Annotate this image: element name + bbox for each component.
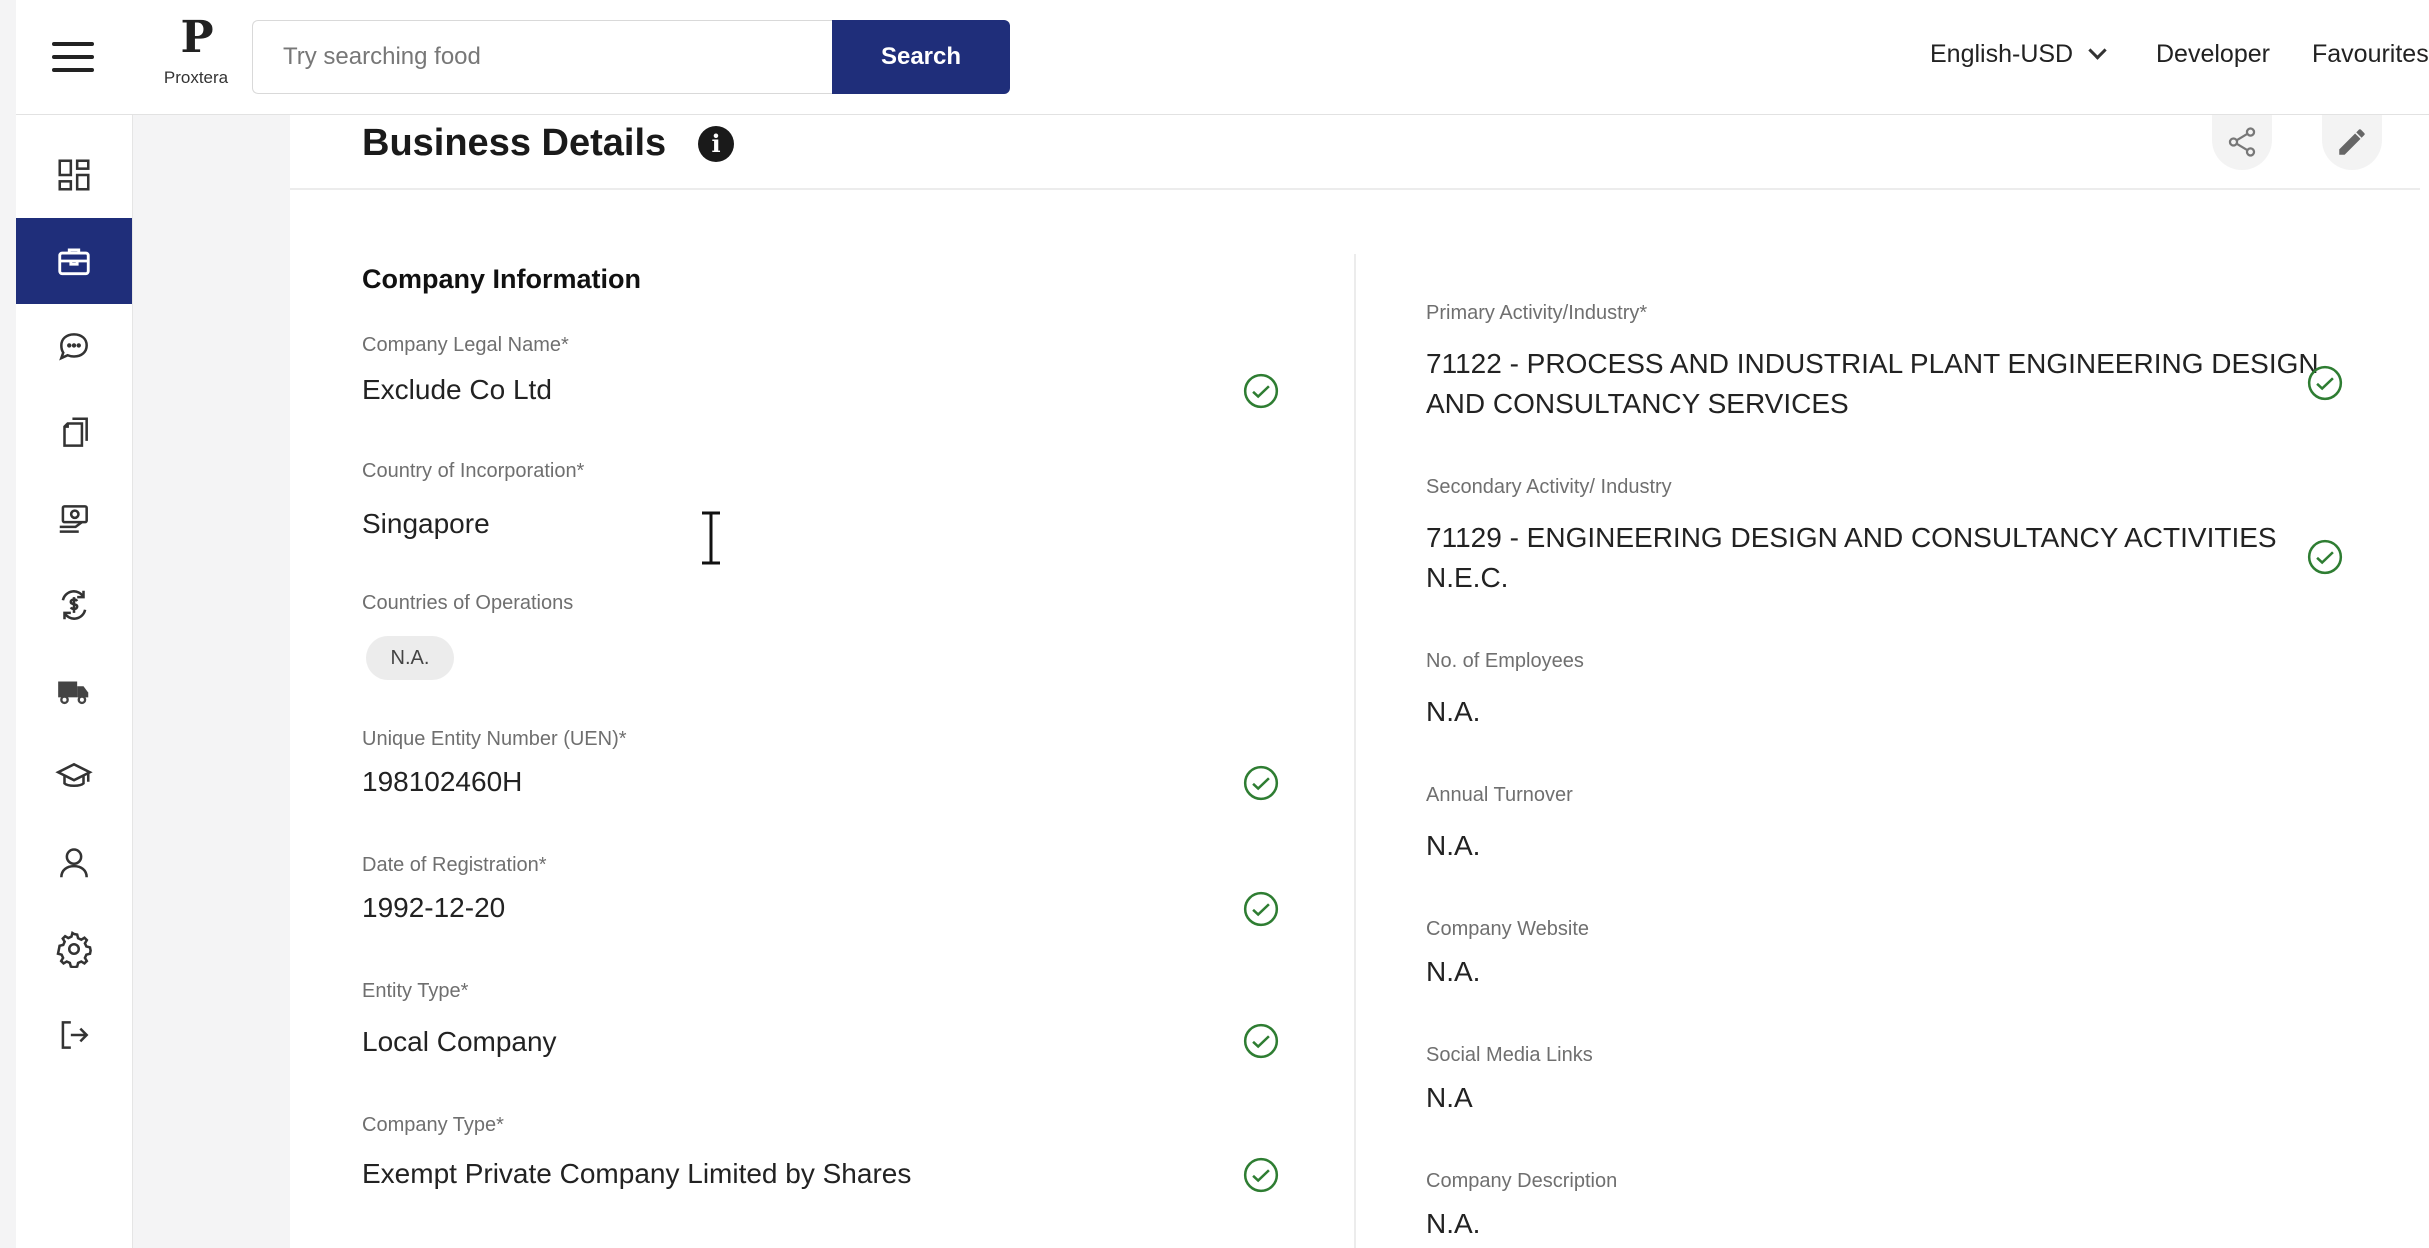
verified-check-icon: [1243, 1157, 1279, 1193]
primary-activity-line2: AND CONSULTANCY SERVICES: [1426, 388, 1849, 419]
secondary-activity-line2: N.E.C.: [1426, 562, 1509, 593]
edit-button[interactable]: [2322, 114, 2382, 170]
briefcase-icon: [58, 248, 90, 276]
logo-mark: P: [180, 12, 213, 63]
pencil-icon: [2339, 129, 2365, 155]
info-icon[interactable]: i: [698, 126, 734, 162]
secondary-activity-line1: 71129 - ENGINEERING DESIGN AND CONSULTAN…: [1426, 522, 2277, 553]
share-button[interactable]: [2212, 114, 2272, 170]
reg-date-label: Date of Registration*: [362, 854, 547, 876]
sidebar: [16, 114, 133, 1248]
proxtera-logo[interactable]: P Proxtera: [146, 14, 246, 100]
hamburger-menu-icon[interactable]: [52, 42, 94, 72]
exchange-icon: [61, 590, 87, 620]
verified-check-icon: [1243, 891, 1279, 927]
turnover-label: Annual Turnover: [1426, 784, 1573, 806]
logo-text: Proxtera: [163, 68, 229, 87]
social-value: N.A: [1426, 1082, 1473, 1113]
verified-check-icon: [1243, 373, 1279, 409]
user-icon: [60, 848, 88, 878]
sidebar-item-dashboard[interactable]: [16, 132, 132, 218]
text-cursor-icon: [702, 511, 720, 565]
legal-name-value: Exclude Co Ltd: [362, 374, 552, 405]
search-box: [252, 20, 833, 94]
sidebar-item-settings[interactable]: [16, 906, 132, 992]
payments-icon: [59, 505, 88, 533]
primary-activity-line1: 71122 - PROCESS AND INDUSTRIAL PLANT ENG…: [1426, 348, 2319, 379]
language-label: English-USD: [1930, 40, 2074, 68]
employees-label: No. of Employees: [1426, 650, 1584, 672]
search-button[interactable]: Search: [832, 20, 1010, 94]
nav-developer-link[interactable]: Developer: [2156, 40, 2270, 69]
settings-icon: [56, 931, 92, 968]
sidebar-item-payments[interactable]: [16, 476, 132, 562]
chat-icon: [59, 333, 88, 361]
uen-value: 198102460H: [362, 766, 523, 797]
legal-name-label: Company Legal Name*: [362, 334, 569, 356]
country-incorp-label: Country of Incorporation*: [362, 460, 585, 482]
social-label: Social Media Links: [1426, 1044, 1593, 1066]
truck-icon: [58, 681, 89, 705]
company-type-value: Exempt Private Company Limited by Shares: [362, 1158, 912, 1189]
graduation-cap-icon: [55, 762, 93, 787]
column-divider: [1354, 254, 1356, 1248]
header-divider: [290, 188, 2420, 190]
dashboard-icon: [58, 159, 90, 191]
primary-activity-label: Primary Activity/Industry*: [1426, 302, 1648, 324]
sidebar-item-logistics[interactable]: [16, 648, 132, 734]
nav-favourites-link[interactable]: Favourites: [2312, 40, 2429, 69]
country-incorp-value: Singapore: [362, 508, 490, 539]
sidebar-item-learning[interactable]: [16, 734, 132, 820]
countries-ops-chip: N.A.: [366, 636, 454, 680]
website-value: N.A.: [1426, 956, 1481, 987]
verified-check-icon: [1243, 1023, 1279, 1059]
logout-icon: [61, 1021, 89, 1049]
entity-type-value: Local Company: [362, 1026, 557, 1057]
verified-check-icon: [1243, 765, 1279, 801]
reg-date-value: 1992-12-20: [362, 892, 506, 923]
search-input[interactable]: [253, 21, 823, 93]
business-details-card: Business Details i Company Information C…: [290, 114, 2429, 1248]
description-label: Company Description: [1426, 1170, 1618, 1192]
language-selector[interactable]: English-USD: [1930, 40, 2107, 69]
website-label: Company Website: [1426, 918, 1590, 940]
sidebar-item-exchange[interactable]: [16, 562, 132, 648]
chevron-down-icon: [2088, 41, 2107, 60]
sidebar-item-messages[interactable]: [16, 304, 132, 390]
sidebar-item-logout[interactable]: [16, 992, 132, 1078]
secondary-activity-label: Secondary Activity/ Industry: [1426, 476, 1672, 498]
page-title: Business Details: [362, 122, 667, 164]
sidebar-item-business[interactable]: [16, 218, 132, 304]
sidebar-item-documents[interactable]: [16, 390, 132, 476]
sidebar-item-profile[interactable]: [16, 820, 132, 906]
turnover-value: N.A.: [1426, 830, 1481, 861]
top-bar: P Proxtera Search English-USD Developer …: [16, 0, 2429, 115]
uen-label: Unique Entity Number (UEN)*: [362, 728, 627, 750]
countries-ops-label: Countries of Operations: [362, 592, 574, 614]
verified-check-icon: [2307, 539, 2343, 575]
section-title: Company Information: [362, 264, 642, 294]
share-icon: [2228, 127, 2256, 157]
entity-type-label: Entity Type*: [362, 980, 469, 1002]
documents-icon: [63, 417, 88, 447]
company-type-label: Company Type*: [362, 1114, 504, 1136]
description-value: N.A.: [1426, 1208, 1481, 1239]
verified-check-icon: [2307, 365, 2343, 401]
employees-value: N.A.: [1426, 696, 1481, 727]
